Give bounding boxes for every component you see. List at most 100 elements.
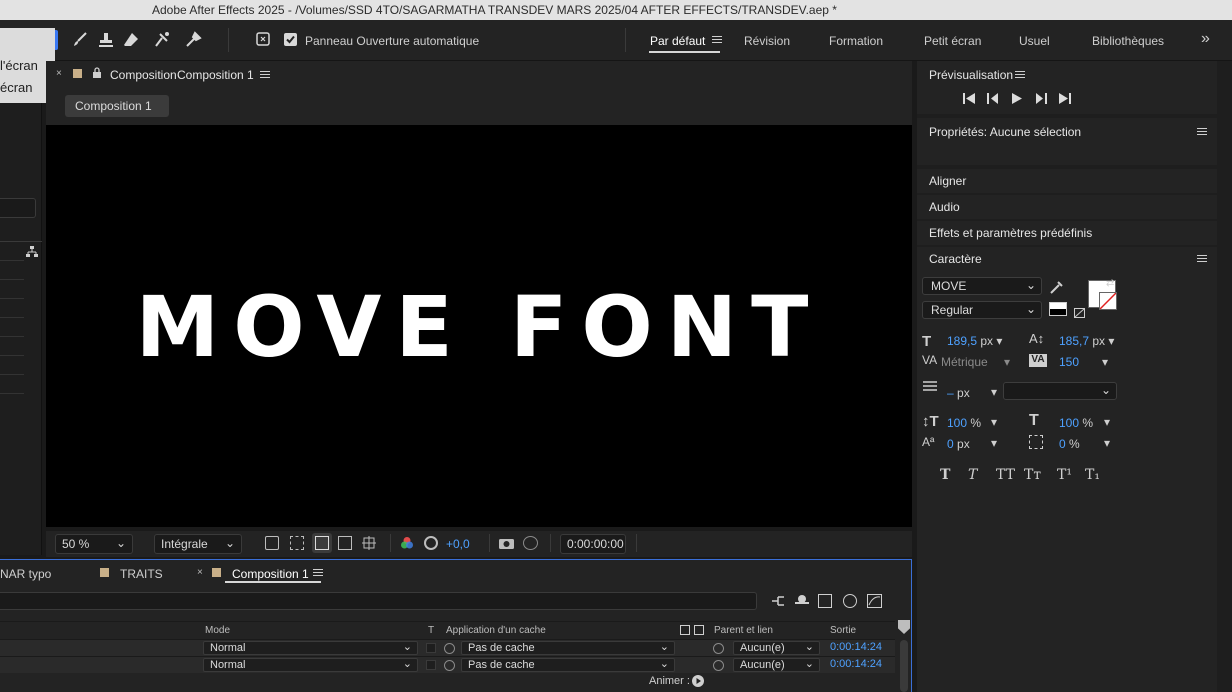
project-list-row[interactable] [0,355,24,356]
viewer-tab-type[interactable]: Composition [110,68,177,82]
timeline-tab[interactable]: TRAITS [120,567,163,581]
last-frame-icon[interactable] [1059,93,1071,104]
properties-panel-menu-icon[interactable] [1197,128,1207,136]
pick-whip-icon[interactable] [444,660,455,671]
flowchart-icon[interactable] [26,246,38,258]
project-list-row[interactable] [0,279,24,280]
matte-source-icon[interactable] [680,625,690,635]
all-caps-icon[interactable]: TT [996,467,1015,483]
transparency-grid-icon[interactable] [290,536,304,550]
align-panel[interactable]: Aligner [917,169,1217,193]
viewer-panel-menu-icon[interactable] [260,71,270,79]
parent-select[interactable]: Aucun(e) ⌄ [733,658,820,672]
lock-icon[interactable] [92,67,102,78]
exposure-value[interactable]: +0,0 [446,537,470,551]
track-matte-select[interactable]: Pas de cache ⌄ [461,658,675,672]
workspace-tab-review[interactable]: Révision [744,34,790,48]
composition-canvas[interactable]: MOVE FONT [46,125,912,527]
puppet-pin-tool-icon[interactable] [183,30,203,50]
project-list-row[interactable] [0,260,24,261]
previous-frame-icon[interactable] [987,93,999,104]
kerning-dropdown-arrow[interactable]: ▾ [1004,355,1010,369]
tsume-dropdown-arrow[interactable]: ▾ [1104,436,1110,450]
region-of-interest-icon[interactable] [338,536,352,550]
close-tab-icon[interactable]: × [197,567,203,578]
blend-mode-select[interactable]: Normal ⌄ [203,658,418,672]
timeline-search-input[interactable] [0,592,757,610]
parent-select[interactable]: Aucun(e) ⌄ [733,641,820,655]
font-size-value[interactable]: 189,5 [947,334,977,348]
project-search-input[interactable] [0,198,36,218]
reset-exposure-icon[interactable] [424,536,438,550]
project-list-row[interactable] [0,336,24,337]
project-list-row[interactable] [0,393,24,394]
current-time-field[interactable]: 0:00:00:00 [560,534,626,554]
auto-open-panel-icon[interactable] [255,31,271,47]
faux-italic-icon[interactable]: T [968,467,977,483]
preview-panel-menu-icon[interactable] [1015,71,1025,79]
subscript-icon[interactable]: T₁ [1085,467,1100,483]
no-fill-icon[interactable] [1074,308,1085,318]
matte-invert-icon[interactable] [694,625,704,635]
column-header-parent[interactable]: Parent et lien [714,625,773,636]
frame-blending-icon[interactable] [818,594,832,608]
stroke-color-swatch[interactable] [1099,292,1117,310]
workspace-tab-learning[interactable]: Formation [829,34,883,48]
viewer-tab-name[interactable]: Composition 1 [177,68,254,82]
grid-guides-icon[interactable] [362,536,376,550]
preserve-transparency-toggle[interactable] [426,643,436,653]
column-header-track-matte[interactable]: Application d'un cache [446,625,546,636]
project-list-row[interactable] [0,298,24,299]
timeline-tab[interactable]: NAR typo [0,567,51,581]
zoom-select[interactable]: 50 % ⌄ [55,534,133,554]
parent-pick-whip-icon[interactable] [713,660,724,671]
table-row[interactable]: Normal ⌄ Pas de cache ⌄ Aucun(e) ⌄ 0:00:… [0,656,895,673]
table-row[interactable]: Normal ⌄ Pas de cache ⌄ Aucun(e) ⌄ 0:00:… [0,639,895,656]
mask-visibility-button[interactable] [312,533,332,553]
clone-stamp-tool-icon[interactable] [96,30,116,50]
baseline-shift-value[interactable]: 0 [947,437,954,451]
next-frame-icon[interactable] [1035,93,1047,104]
workspace-tab-standard[interactable]: Usuel [1019,34,1050,48]
roto-brush-tool-icon[interactable] [152,30,172,50]
vertical-scale-dropdown-arrow[interactable]: ▾ [991,415,997,429]
small-caps-icon[interactable]: Tᴛ [1024,467,1041,483]
timeline-scrollbar[interactable] [900,640,908,692]
stroke-style-select[interactable]: ⌄ [1003,382,1117,400]
graph-editor-icon[interactable] [867,594,882,608]
parent-pick-whip-icon[interactable] [713,643,724,654]
tsume-value[interactable]: 0 [1059,437,1066,451]
out-point-value[interactable]: 0:00:14:24 [830,658,882,670]
project-list-row[interactable] [0,374,24,375]
effects-presets-panel[interactable]: Effets et paramètres prédéfinis [917,221,1217,245]
black-white-swatch[interactable] [1049,302,1067,316]
channels-icon[interactable] [400,536,414,550]
vertical-scale-value[interactable]: 100 [947,416,967,430]
canvas-text-layer[interactable]: MOVE FONT [46,285,912,369]
play-icon[interactable] [1012,93,1022,104]
work-area-start-marker[interactable] [898,620,910,634]
stroke-width-dropdown-arrow[interactable]: ▾ [991,385,997,399]
stroke-width-value[interactable]: – [947,386,954,400]
faux-bold-icon[interactable]: T [940,467,950,483]
superscript-icon[interactable]: T¹ [1057,467,1072,483]
show-snapshot-icon[interactable] [523,536,538,550]
workspace-menu-icon[interactable] [712,36,722,44]
workspace-tab-libraries[interactable]: Bibliothèques [1092,34,1164,48]
tracking-value[interactable]: 150 [1059,355,1079,369]
horizontal-scale-value[interactable]: 100 [1059,416,1079,430]
preserve-transparency-toggle[interactable] [426,660,436,670]
track-matte-select[interactable]: Pas de cache ⌄ [461,641,675,655]
camera-snapshot-icon[interactable] [499,537,514,549]
composition-breadcrumb[interactable]: Composition 1 [65,95,169,117]
workspace-tab-default[interactable]: Par défaut [650,34,705,48]
close-tab-icon[interactable]: × [56,68,62,79]
column-header-track-matte-t[interactable]: T [428,625,434,636]
fast-previews-icon[interactable] [265,536,279,550]
popover-item[interactable]: écran [0,80,33,95]
eraser-tool-icon[interactable] [121,30,141,50]
eyedropper-icon[interactable] [1049,279,1065,295]
workspace-tab-small-screen[interactable]: Petit écran [924,34,981,48]
character-panel-menu-icon[interactable] [1197,255,1207,263]
tracking-dropdown-arrow[interactable]: ▾ [1102,355,1108,369]
